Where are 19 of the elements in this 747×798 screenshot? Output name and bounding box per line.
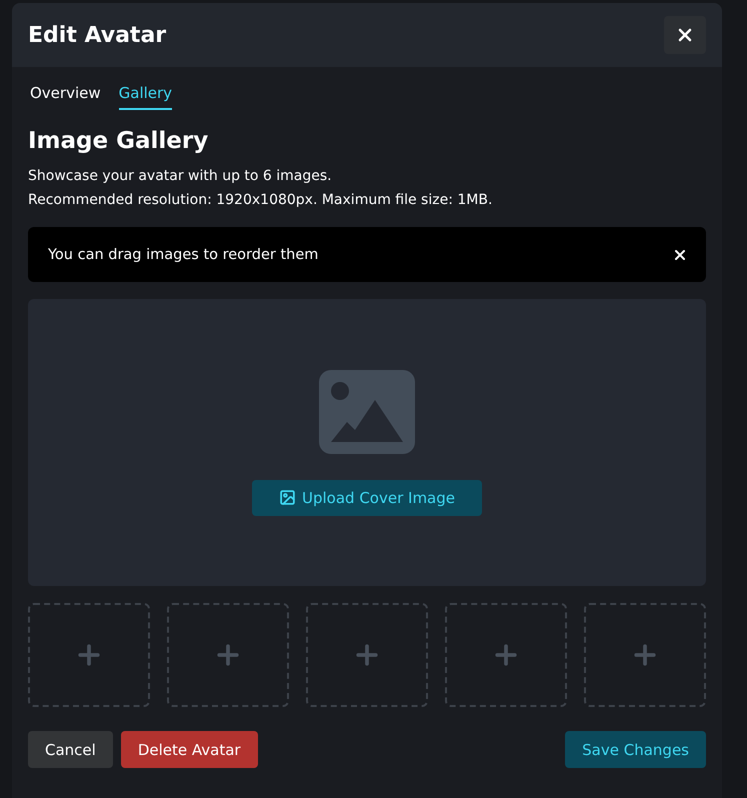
add-image-slot[interactable]	[306, 603, 428, 707]
add-image-slot[interactable]	[167, 603, 289, 707]
description-text: Recommended resolution: 1920x1080px. Maximum file size: 1MB.	[28, 191, 494, 210]
cancel-button[interactable]: Cancel	[28, 731, 113, 768]
section-heading: Image Gallery	[28, 128, 210, 154]
notice-text: You can drag images to reorder them	[48, 246, 318, 262]
tab[interactable]: Gallery	[118, 84, 172, 110]
image-placeholder-icon	[319, 370, 415, 454]
tab[interactable]: Overview	[30, 84, 101, 110]
add-image-slot[interactable]	[445, 603, 567, 707]
save-button[interactable]: Save Changes	[565, 731, 706, 768]
close-button[interactable]	[664, 16, 706, 54]
add-image-slot[interactable]	[28, 603, 150, 707]
image-icon	[279, 489, 296, 506]
upload-cover-button[interactable]: Upload Cover Image	[252, 480, 482, 516]
description-text: Showcase your avatar with up to 6 images.	[28, 167, 333, 186]
dialog-title: Edit Avatar	[28, 22, 166, 48]
delete-button[interactable]: Delete Avatar	[120, 731, 258, 768]
add-image-slot[interactable]	[584, 603, 706, 707]
